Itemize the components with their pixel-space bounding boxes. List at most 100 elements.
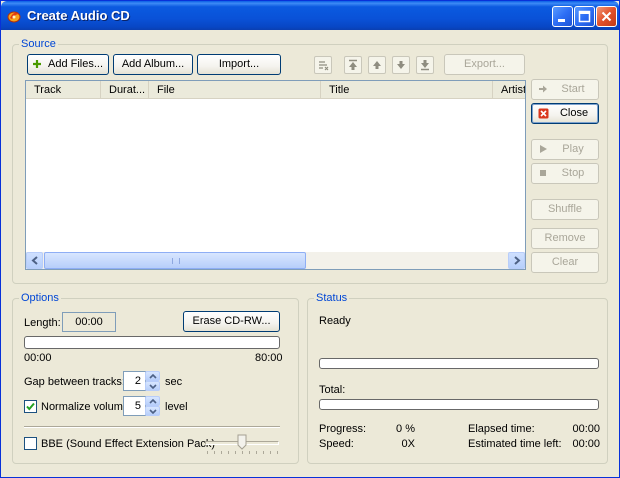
shuffle-button[interactable]: Shuffle	[531, 199, 599, 220]
chevron-down-icon	[149, 384, 157, 389]
total-progress-bar	[319, 399, 599, 410]
close-window-button[interactable]	[596, 6, 617, 27]
checkmark-icon	[26, 402, 35, 411]
length-value: 00:00	[62, 312, 116, 332]
capacity-max-label: 80:00	[255, 352, 283, 364]
gap-spin-up[interactable]	[145, 371, 160, 381]
close-label: Close	[559, 107, 589, 119]
slider-tick	[263, 451, 264, 454]
slider-tick	[207, 451, 208, 454]
speed-label: Speed:	[319, 438, 354, 450]
options-separator	[24, 426, 280, 428]
gap-input[interactable]: 2	[123, 371, 146, 391]
minimize-button[interactable]	[552, 6, 573, 27]
normalize-spinner[interactable]	[145, 396, 160, 416]
start-arrow-icon	[539, 85, 547, 93]
slider-tick	[228, 451, 229, 454]
normalize-spin-up[interactable]	[145, 396, 160, 406]
length-label: Length:	[24, 317, 61, 329]
gap-spin-down[interactable]	[145, 381, 160, 391]
add-files-label: Add Files...	[48, 58, 104, 70]
source-legend: Source	[21, 38, 56, 50]
remove-label: Remove	[544, 232, 586, 244]
move-bottom-icon	[421, 60, 429, 71]
stop-label: Stop	[561, 167, 585, 179]
add-album-button[interactable]: Add Album...	[113, 54, 193, 75]
add-album-label: Add Album...	[121, 58, 185, 70]
column-file[interactable]: File	[149, 81, 321, 99]
move-top-icon	[349, 59, 357, 70]
bbe-label: BBE (Sound Effect Extension Pack)	[41, 438, 216, 450]
speed-value: 0X	[401, 438, 415, 450]
capacity-bar	[24, 336, 280, 349]
remaining-value: 00:00	[572, 438, 600, 450]
start-button[interactable]: Start	[531, 79, 599, 100]
add-files-button[interactable]: Add Files...	[27, 54, 109, 75]
chevron-up-icon	[149, 374, 157, 379]
scroll-grip	[172, 258, 180, 264]
slider-tick	[242, 451, 243, 454]
clear-button[interactable]: Clear	[531, 252, 599, 273]
normalize-spin-down[interactable]	[145, 406, 160, 416]
column-artist[interactable]: Artist	[493, 81, 525, 99]
close-icon	[601, 11, 612, 22]
clear-list-button[interactable]	[314, 56, 332, 74]
slider-tick	[270, 451, 271, 454]
move-top-button[interactable]	[344, 56, 362, 74]
bbe-slider-thumb[interactable]	[237, 434, 247, 450]
remove-button[interactable]: Remove	[531, 228, 599, 249]
move-down-icon	[397, 61, 405, 69]
erase-cd-rw-button[interactable]: Erase CD-RW...	[183, 311, 280, 332]
elapsed-value: 00:00	[572, 423, 600, 435]
gap-spinner[interactable]	[145, 371, 160, 391]
status-legend: Status	[316, 292, 348, 304]
slider-tick	[221, 451, 222, 454]
column-title[interactable]: Title	[321, 81, 493, 99]
client-area: Source Add Files... Add Album... Import.…	[4, 30, 616, 476]
clear-list-icon	[319, 61, 329, 71]
play-button[interactable]: Play	[531, 139, 599, 160]
total-label: Total:	[319, 384, 346, 396]
minimize-icon	[558, 19, 565, 22]
import-label: Import...	[218, 58, 260, 70]
maximize-button[interactable]	[574, 6, 595, 27]
move-down-button[interactable]	[392, 56, 410, 74]
column-track[interactable]: Track	[26, 81, 101, 99]
scroll-thumb[interactable]	[44, 252, 306, 269]
stop-button[interactable]: Stop	[531, 163, 599, 184]
play-icon	[540, 145, 547, 154]
move-up-button[interactable]	[368, 56, 386, 74]
slider-tick	[235, 451, 236, 454]
export-button[interactable]: Export...	[444, 54, 525, 75]
normalize-input[interactable]: 5	[123, 396, 146, 416]
play-label: Play	[562, 143, 584, 155]
bbe-checkbox[interactable]	[24, 437, 37, 450]
window-title: Create Audio CD	[27, 8, 130, 23]
title-bar[interactable]: Create Audio CD	[1, 1, 619, 30]
column-duration[interactable]: Durat...	[101, 81, 149, 99]
create-audio-cd-window: Create Audio CD Source Add Files... Add …	[0, 0, 620, 478]
chevron-right-icon	[514, 256, 521, 265]
progress-label: Progress:	[319, 423, 367, 435]
track-list[interactable]: Track Durat... File Title Artist	[25, 80, 526, 270]
scroll-left-button[interactable]	[26, 252, 43, 269]
gap-label: Gap between tracks:	[24, 376, 125, 388]
import-button[interactable]: Import...	[197, 54, 281, 75]
chevron-up-icon	[149, 399, 157, 404]
shuffle-label: Shuffle	[547, 203, 583, 215]
horizontal-scrollbar[interactable]	[26, 252, 525, 269]
chevron-down-icon	[149, 409, 157, 414]
move-up-icon	[373, 61, 381, 69]
track-progress-bar	[319, 358, 599, 369]
slider-tick	[277, 451, 278, 454]
close-button[interactable]: Close	[531, 103, 599, 124]
move-bottom-button[interactable]	[416, 56, 434, 74]
scroll-right-button[interactable]	[508, 252, 525, 269]
chevron-left-icon	[31, 256, 38, 265]
status-state: Ready	[319, 315, 351, 327]
add-files-plus-icon	[33, 60, 41, 69]
slider-tick	[256, 451, 257, 454]
normalize-checkbox[interactable]	[24, 400, 37, 413]
slider-tick	[249, 451, 250, 454]
capacity-min-label: 00:00	[24, 352, 52, 364]
